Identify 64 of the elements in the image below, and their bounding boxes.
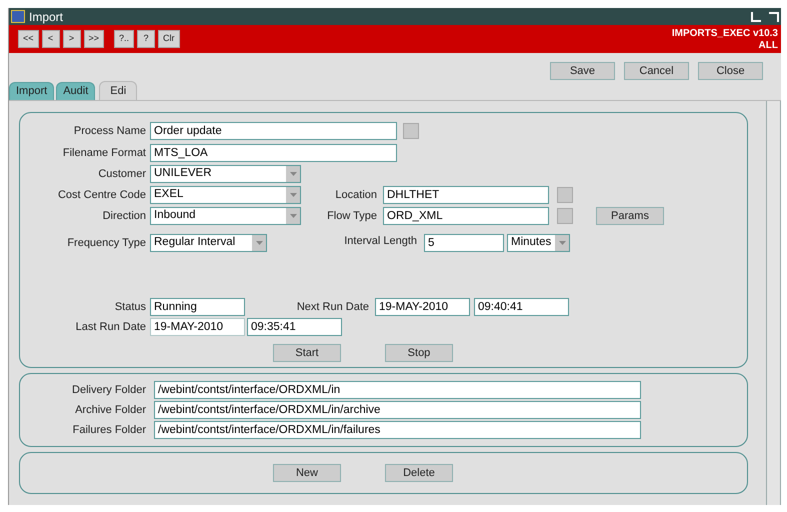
toolbar-button[interactable]: ?.. [114,30,134,48]
caret-icon [290,172,296,176]
field-label: Archive Folder [74,402,146,418]
text-field[interactable]: /webint/contst/interface/ORDXML/in/failures [154,421,641,439]
text-field[interactable]: 5 [424,234,504,252]
field-label: Interval Length [343,234,417,249]
dropdown[interactable]: Minutes [507,234,570,252]
toolbar-button[interactable]: > [62,30,81,48]
tab[interactable]: Audit [56,82,96,100]
field-label: Delivery Folder [71,382,146,398]
text-field[interactable]: ORD_XML [383,207,549,225]
field-label: Filename Format [62,146,146,161]
lookup-button[interactable] [557,208,573,224]
field-label: Location [334,188,377,203]
toolbar-button[interactable]: << [18,30,39,48]
toolbar-button[interactable]: >> [84,30,104,48]
dropdown[interactable]: UNILEVER [150,165,301,183]
toolbar-button[interactable]: < [42,30,60,48]
field-label: Cost Centre Code [56,188,146,203]
field-label: Failures Folder [72,422,146,438]
tab[interactable]: Import [9,82,54,100]
minimize-icon[interactable] [751,12,761,22]
field-label: Direction [102,208,146,224]
scope-label: ALL [758,40,778,52]
field-label: Next Run Date [296,300,369,315]
text-field[interactable]: /webint/contst/interface/ORDXML/in/archive [154,401,641,419]
text-field[interactable]: Order update [150,122,397,140]
toolbar-button[interactable]: ? [137,30,156,48]
caret-icon [558,241,566,245]
toolbar-button[interactable]: Clr [158,30,180,48]
tab[interactable]: Edi [99,81,138,100]
action-button[interactable]: Cancel [624,62,689,80]
field-label: Customer [97,166,146,182]
text-field[interactable]: Running [150,298,245,316]
text-field[interactable]: 19-MAY-2010 [375,298,470,316]
dropdown[interactable]: EXEL [150,186,301,204]
app-name: IMPORTS_EXEC v10.3 [672,28,778,40]
action-button[interactable]: Save [550,62,615,80]
field-label: Flow Type [326,208,377,224]
app-icon [11,10,25,23]
lookup-button[interactable] [403,123,419,139]
form-button[interactable]: New [273,464,341,482]
field-label: Process Name [72,124,146,139]
maximize-icon[interactable] [769,12,779,22]
field-label: Last Run Date [74,320,146,335]
action-button[interactable]: Close [698,62,763,80]
text-field[interactable]: DHLTHET [383,186,549,204]
caret-icon [290,214,296,218]
caret-icon [256,241,262,245]
text-field[interactable]: /webint/contst/interface/ORDXML/in [154,381,641,399]
text-field[interactable]: 09:40:41 [474,298,569,316]
lookup-button[interactable] [557,187,573,203]
text-field[interactable]: 09:35:41 [247,318,342,336]
window-title: Import [29,10,64,22]
caret-icon [290,193,296,197]
form-button[interactable]: Start [273,344,341,362]
form-button[interactable]: Stop [385,344,453,362]
dropdown[interactable]: Inbound [150,207,301,225]
form-button[interactable]: Params [596,207,664,225]
dropdown[interactable]: Regular Interval [150,234,267,252]
text-field[interactable]: MTS_LOA [150,144,397,162]
field-label: Frequency Type [66,236,146,251]
field-label: Status [114,300,146,315]
form-button[interactable]: Delete [385,464,453,482]
